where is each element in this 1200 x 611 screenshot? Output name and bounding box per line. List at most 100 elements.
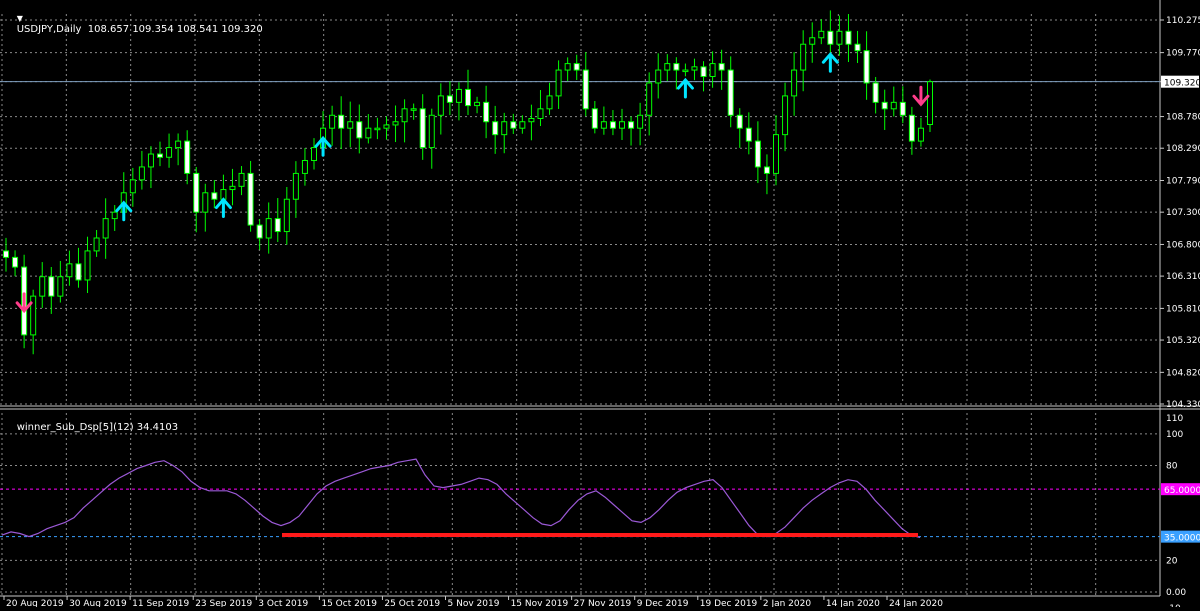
candle-bull	[437, 95, 444, 116]
time-tick-label: 11 Sep 2019	[132, 599, 189, 607]
candle-bear	[609, 121, 616, 129]
candle-bull	[102, 218, 109, 239]
candle-bull	[166, 147, 173, 158]
symbol-ohlc-label: USDJPY,Daily 108.657 109.354 108.541 109…	[16, 24, 263, 35]
candle-bear	[274, 218, 281, 233]
candle-bull	[800, 43, 807, 71]
time-tick-label: 5 Nov 2019	[448, 599, 500, 607]
time-tick-label: 15 Nov 2019	[511, 599, 569, 607]
indicator-label: winner_Sub_Dsp[5](12) 34.4103	[16, 422, 179, 433]
candle-bull	[600, 121, 607, 129]
candle-bull	[329, 114, 336, 129]
candle-bull	[809, 37, 816, 45]
price-tick-label: 106.800	[1166, 240, 1200, 250]
oscillator-tick-label: 0.00	[1166, 588, 1186, 598]
candle-bull	[818, 30, 825, 39]
candle-bull	[773, 134, 779, 174]
candle-bull	[238, 172, 245, 187]
price-tick-label: 105.810	[1166, 304, 1200, 314]
level-label: 65.0000	[1164, 486, 1200, 496]
candle-bear	[483, 101, 490, 123]
oscillator-tick-label: 20	[1166, 556, 1178, 566]
candle-bear	[12, 256, 19, 268]
candle-bull	[39, 276, 46, 297]
time-tick-label: 15 Oct 2019	[321, 599, 377, 607]
candle-bull	[202, 192, 209, 213]
candle-bull	[782, 95, 789, 136]
candle-bull	[66, 263, 73, 278]
candle-bear	[673, 63, 680, 71]
candle-bull	[519, 121, 526, 129]
candle-bear	[827, 30, 834, 45]
time-tick-label: 23 Sep 2019	[195, 599, 252, 607]
candle-bull	[619, 121, 625, 129]
candle-bear	[745, 127, 752, 142]
candle-bear	[700, 66, 707, 78]
level-label: 35.0000	[1164, 534, 1200, 544]
candle-bear	[446, 95, 453, 103]
candle-bull	[501, 121, 508, 136]
candle-bull	[175, 140, 182, 149]
candle-bull	[129, 179, 136, 194]
candle-bear	[510, 121, 517, 129]
price-tick-label: 106.310	[1166, 272, 1200, 282]
price-tick-label: 104.820	[1166, 368, 1200, 378]
candle-bull	[637, 114, 644, 129]
price-tick-label: 108.290	[1166, 144, 1200, 154]
chart-menu-triangle-icon[interactable]: ▼	[17, 14, 23, 23]
time-tick-label: 25 Oct 2019	[384, 599, 440, 607]
time-tick-label: 19 Dec 2019	[700, 599, 758, 607]
oscillator-tick-label: 100	[1166, 430, 1183, 440]
candle-bear	[736, 114, 743, 129]
candle-bear	[872, 82, 879, 103]
price-tick-label: 105.320	[1166, 336, 1200, 346]
candle-bear	[845, 30, 852, 45]
candle-bear	[3, 250, 9, 258]
price-tick-label: 107.790	[1166, 177, 1200, 187]
candle-bull	[917, 127, 924, 142]
candle-bull	[546, 95, 553, 110]
candle-bear	[338, 114, 345, 129]
candle-bear	[754, 140, 761, 168]
candle-bull	[564, 63, 571, 71]
candle-bear	[899, 101, 906, 116]
candle-bull	[111, 211, 118, 220]
candle-bear	[863, 50, 870, 84]
candle-bear	[492, 121, 499, 136]
candle-bear	[419, 108, 426, 149]
candle-bull	[664, 63, 671, 71]
candle-bear	[247, 172, 254, 226]
candle-bear	[256, 224, 263, 239]
candle-bull	[365, 127, 372, 139]
time-tick-label: 9 Dec 2019	[637, 599, 689, 607]
price-tick-label: 109.770	[1166, 49, 1200, 59]
candle-bull	[311, 147, 317, 161]
candle-bull	[147, 153, 154, 168]
candle-bear	[763, 166, 770, 174]
candle-bull	[374, 127, 381, 131]
candle-bull	[927, 81, 933, 126]
candle-bear	[854, 43, 861, 52]
current-price-label: 109.320	[1164, 79, 1200, 89]
candle-bull	[655, 69, 662, 84]
price-tick-label: 108.780	[1166, 113, 1200, 123]
candle-bear	[465, 88, 471, 107]
candle-bull	[301, 159, 308, 174]
candle-bull	[57, 276, 64, 297]
candle-bull	[555, 69, 562, 97]
candle-bull	[283, 198, 290, 233]
candle-bear	[184, 140, 191, 174]
candle-bull	[836, 30, 843, 45]
candle-bull	[682, 69, 689, 73]
oscillator-tick-label: 110	[1166, 414, 1183, 424]
candle-bull	[410, 108, 417, 111]
chart-window[interactable]: 110.275 109.770 108.780 108.290 107.790 107.3…	[0, 0, 1200, 611]
candle-bull	[93, 237, 100, 252]
candle-bear	[573, 63, 580, 71]
chart-canvas[interactable]: 110.275 109.770 108.780 108.290 107.790 107.3…	[0, 0, 1200, 611]
candle-bear	[211, 192, 218, 200]
candle-bear	[48, 276, 55, 297]
price-tick-label: 110.275	[1166, 16, 1200, 26]
time-tick-label: 30 Aug 2019	[69, 599, 127, 607]
candle-bull	[691, 66, 698, 71]
